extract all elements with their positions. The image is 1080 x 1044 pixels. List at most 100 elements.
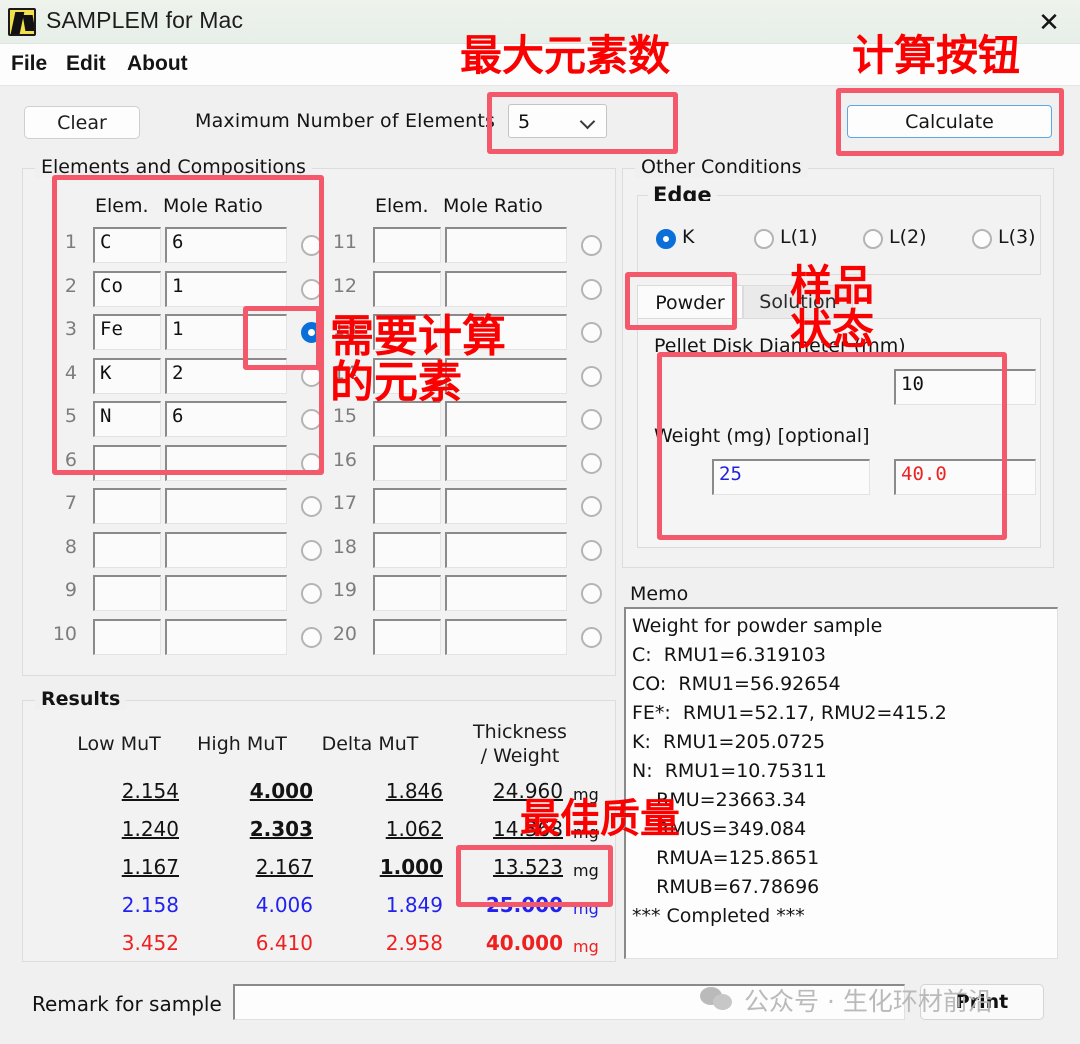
radio-k-icon bbox=[656, 229, 676, 249]
element-select-radio[interactable] bbox=[581, 278, 602, 300]
element-symbol-input[interactable] bbox=[373, 270, 441, 307]
element-row-number: 3 bbox=[64, 318, 77, 340]
element-symbol-input[interactable] bbox=[93, 618, 161, 655]
menu-item-edit[interactable]: Edit bbox=[66, 52, 106, 76]
element-symbol-input[interactable]: Co bbox=[93, 270, 161, 307]
element-row-number: 11 bbox=[332, 231, 357, 253]
element-select-radio[interactable] bbox=[581, 235, 602, 256]
element-select-radio[interactable] bbox=[301, 626, 322, 648]
pellet-disk-diameter-label: Pellet Disk Diameter (mm) bbox=[654, 335, 906, 357]
clear-button[interactable]: Clear bbox=[24, 106, 140, 139]
element-select-radio[interactable] bbox=[301, 583, 322, 604]
mole-ratio-input[interactable] bbox=[445, 444, 567, 481]
element-select-radio[interactable] bbox=[581, 626, 602, 648]
element-row-number: 4 bbox=[64, 361, 77, 384]
element-symbol-input[interactable] bbox=[373, 227, 441, 263]
mole-ratio-input[interactable] bbox=[445, 488, 567, 524]
edge-legend: Edge bbox=[648, 183, 717, 201]
element-symbol-input[interactable] bbox=[373, 444, 441, 481]
pellet-disk-diameter-input[interactable]: 10 bbox=[894, 369, 1036, 405]
element-symbol-input[interactable] bbox=[93, 531, 161, 568]
print-button[interactable]: Print bbox=[920, 984, 1044, 1020]
element-symbol-input[interactable]: N bbox=[93, 401, 161, 437]
element-select-radio[interactable] bbox=[301, 496, 322, 517]
mole-ratio-input[interactable] bbox=[165, 618, 287, 655]
mole-ratio-input[interactable] bbox=[165, 444, 287, 481]
results-cell: 4.000 bbox=[249, 779, 313, 803]
element-select-radio[interactable] bbox=[301, 539, 322, 561]
element-select-radio[interactable] bbox=[581, 322, 602, 343]
element-symbol-input[interactable] bbox=[373, 618, 441, 655]
element-symbol-input[interactable] bbox=[373, 488, 441, 524]
element-select-radio[interactable] bbox=[301, 278, 322, 300]
element-symbol-input[interactable] bbox=[93, 488, 161, 524]
element-symbol-input[interactable]: Fe bbox=[93, 314, 161, 350]
mole-ratio-input[interactable] bbox=[165, 488, 287, 524]
element-select-radio[interactable] bbox=[301, 452, 322, 474]
memo-line: K: RMU1=205.0725 bbox=[632, 731, 826, 753]
element-select-radio[interactable] bbox=[581, 583, 602, 604]
max-elements-select[interactable]: 5 bbox=[508, 104, 607, 138]
results-cell: 1.000 bbox=[379, 855, 443, 879]
mole-ratio-input[interactable] bbox=[165, 575, 287, 611]
weight-input-1[interactable]: 25 bbox=[712, 459, 870, 495]
element-select-radio[interactable] bbox=[301, 322, 322, 343]
element-select-radio[interactable] bbox=[581, 452, 602, 474]
results-cell: 24.960 bbox=[493, 779, 563, 803]
close-icon[interactable]: ✕ bbox=[1018, 0, 1080, 44]
mole-ratio-input[interactable]: 1 bbox=[165, 314, 287, 350]
element-row-number: 13 bbox=[332, 318, 357, 340]
element-symbol-input[interactable] bbox=[93, 575, 161, 611]
element-symbol-input[interactable] bbox=[373, 575, 441, 611]
element-select-radio[interactable] bbox=[581, 409, 602, 430]
mole-ratio-input[interactable]: 1 bbox=[165, 270, 287, 307]
element-select-radio[interactable] bbox=[301, 365, 322, 387]
mole-ratio-input[interactable] bbox=[165, 531, 287, 568]
column-header-ratio-left: Mole Ratio bbox=[163, 195, 263, 217]
element-symbol-input[interactable]: C bbox=[93, 227, 161, 263]
mole-ratio-input[interactable] bbox=[445, 618, 567, 655]
element-row-number: 7 bbox=[64, 492, 77, 514]
mole-ratio-input[interactable] bbox=[445, 575, 567, 611]
memo-textarea[interactable]: Weight for powder sample C: RMU1=6.319103… bbox=[624, 607, 1058, 959]
element-symbol-input[interactable] bbox=[373, 357, 441, 394]
mole-ratio-input[interactable] bbox=[445, 401, 567, 437]
mole-ratio-input[interactable] bbox=[445, 270, 567, 307]
mole-ratio-input[interactable]: 6 bbox=[165, 401, 287, 437]
menu-item-file[interactable]: File bbox=[11, 52, 47, 76]
element-symbol-input[interactable] bbox=[373, 401, 441, 437]
results-header-thickness: Thickness bbox=[473, 721, 567, 743]
element-symbol-input[interactable] bbox=[373, 531, 441, 568]
mole-ratio-input[interactable]: 2 bbox=[165, 357, 287, 394]
radio-l2-icon bbox=[863, 229, 883, 249]
calculate-button[interactable]: Calculate bbox=[847, 105, 1052, 138]
results-cell: 1.849 bbox=[385, 893, 443, 917]
element-select-radio[interactable] bbox=[581, 496, 602, 517]
element-symbol-input[interactable]: K bbox=[93, 357, 161, 394]
mole-ratio-input[interactable] bbox=[445, 314, 567, 350]
memo-line: *** Completed *** bbox=[632, 905, 805, 927]
menu-bar: File Edit About bbox=[0, 44, 1080, 86]
element-symbol-input[interactable] bbox=[373, 314, 441, 350]
remark-input[interactable] bbox=[233, 984, 905, 1020]
weight-input-2[interactable]: 40.0 bbox=[894, 459, 1036, 495]
menu-item-about[interactable]: About bbox=[127, 52, 188, 76]
results-cell: 2.154 bbox=[121, 779, 179, 803]
tab-solution[interactable]: Solution bbox=[743, 285, 853, 319]
element-select-radio[interactable] bbox=[301, 409, 322, 430]
radio-l3-icon bbox=[972, 229, 992, 249]
memo-line: RMU=23663.34 bbox=[632, 789, 807, 811]
element-select-radio[interactable] bbox=[581, 539, 602, 561]
results-cell: 2.167 bbox=[255, 855, 313, 879]
tab-powder[interactable]: Powder bbox=[637, 285, 743, 319]
element-select-radio[interactable] bbox=[301, 235, 322, 256]
mole-ratio-input[interactable]: 6 bbox=[165, 227, 287, 263]
mole-ratio-input[interactable] bbox=[445, 357, 567, 394]
mole-ratio-input[interactable] bbox=[445, 531, 567, 568]
mole-ratio-input[interactable] bbox=[445, 227, 567, 263]
element-select-radio[interactable] bbox=[581, 365, 602, 387]
remark-label: Remark for sample bbox=[32, 992, 222, 1016]
element-symbol-input[interactable] bbox=[93, 444, 161, 481]
results-unit: mg bbox=[573, 785, 599, 804]
element-row-number: 15 bbox=[332, 405, 357, 427]
